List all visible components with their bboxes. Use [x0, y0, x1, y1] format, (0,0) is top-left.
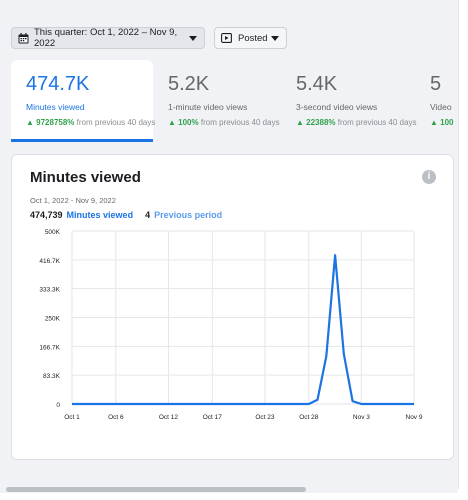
arrow-up-icon: ▲ — [168, 118, 176, 127]
x-tick-label: Nov 9 — [406, 414, 423, 421]
metric-change: ▲ 100% from previous 40 days — [168, 118, 280, 127]
metric-tab-minutes-viewed[interactable]: 474.7K Minutes viewed ▲ 9728758% from pr… — [11, 60, 156, 142]
arrow-up-icon: ▲ — [430, 118, 438, 127]
x-tick-label: Oct 23 — [255, 414, 275, 421]
date-range-button[interactable]: This quarter: Oct 1, 2022 – Nov 9, 2022 — [11, 27, 205, 49]
posted-filter-label: Posted — [238, 32, 268, 44]
y-tick-label: 416.7K — [39, 258, 60, 265]
calendar-icon — [18, 32, 29, 43]
date-range-label: This quarter: Oct 1, 2022 – Nov 9, 2022 — [34, 27, 178, 49]
metric-tab-video[interactable]: 5 Video ▲ 100 — [415, 60, 458, 142]
minutes-viewed-card: Minutes viewed i Oct 1, 2022 - Nov 9, 20… — [11, 154, 454, 460]
metric-change: ▲ 22388% from previous 40 days — [296, 118, 417, 127]
arrow-up-icon: ▲ — [296, 118, 304, 127]
y-tick-label: 166.7K — [39, 344, 60, 351]
card-title: Minutes viewed — [30, 169, 141, 186]
metric-tab-3-second-views[interactable]: 5.4K 3-second video views ▲ 22388% from … — [281, 60, 417, 142]
x-tick-label: Oct 1 — [64, 414, 80, 421]
line-chart: 0 83.3K 166.7K 250K 333.3K 416.7K 500K Oct 1 Oct… — [39, 229, 423, 421]
video-icon — [221, 33, 232, 43]
x-tick-label: Oct 28 — [299, 414, 319, 421]
metric-value: 5.4K — [296, 73, 338, 95]
metric-label: Video — [430, 102, 452, 112]
y-tick-label: 500K — [45, 229, 61, 236]
metric-value: 5 — [430, 73, 442, 95]
metric-change: ▲ 9728758% from previous 40 days — [26, 118, 156, 127]
x-tick-label: Nov 3 — [353, 414, 370, 421]
metric-label: 1-minute video views — [168, 102, 248, 112]
x-tick-label: Oct 17 — [203, 414, 223, 421]
metric-value: 474.7K — [26, 73, 90, 95]
scrollbar-thumb[interactable] — [6, 487, 306, 492]
caret-down-icon — [271, 35, 279, 41]
y-tick-label: 0 — [56, 402, 60, 409]
metric-value: 5.2K — [168, 73, 210, 95]
date-range-text: Oct 1, 2022 - Nov 9, 2022 — [30, 196, 116, 205]
metric-label: Minutes viewed — [26, 102, 85, 112]
metric-tab-1-minute-views[interactable]: 5.2K 1-minute video views ▲ 100% from pr… — [153, 60, 281, 142]
x-tick-label: Oct 12 — [159, 414, 179, 421]
y-tick-label: 250K — [45, 316, 61, 323]
posted-filter-button[interactable]: Posted — [214, 27, 287, 49]
y-tick-label: 333.3K — [39, 287, 60, 294]
metric-tabs: 474.7K Minutes viewed ▲ 9728758% from pr… — [0, 60, 458, 146]
toolbar: This quarter: Oct 1, 2022 – Nov 9, 2022 … — [0, 0, 458, 56]
metric-change: ▲ 100 — [430, 118, 454, 127]
x-tick-label: Oct 6 — [108, 414, 124, 421]
insights-panel: This quarter: Oct 1, 2022 – Nov 9, 2022 … — [0, 0, 459, 489]
metric-label: 3-second video views — [296, 102, 378, 112]
caret-down-icon — [189, 35, 197, 41]
arrow-up-icon: ▲ — [26, 118, 34, 127]
info-icon[interactable]: i — [422, 170, 436, 184]
y-tick-label: 83.3K — [43, 373, 61, 380]
series-line-minutes-viewed — [72, 254, 414, 406]
